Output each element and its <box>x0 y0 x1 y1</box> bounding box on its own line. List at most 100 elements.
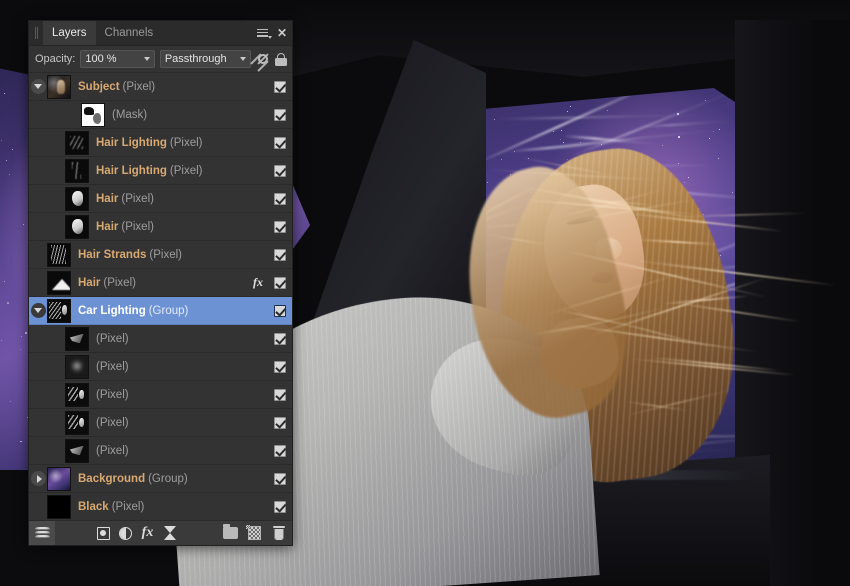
layer-thumbnail[interactable] <box>47 74 71 99</box>
layer-visibility-checkbox[interactable] <box>274 108 286 121</box>
layer-row[interactable]: Car Lighting (Group) <box>29 297 292 325</box>
add-mask-button[interactable] <box>93 522 115 544</box>
layer-thumbnail[interactable] <box>65 382 89 407</box>
layer-row[interactable]: (Mask) <box>29 101 292 129</box>
layer-list[interactable]: Subject (Pixel) (Mask) Hair Lighting (Pixel)… <box>29 73 292 520</box>
layer-visibility-checkbox[interactable] <box>274 276 286 289</box>
layer-thumbnail[interactable] <box>65 186 89 211</box>
layer-visibility-slot[interactable] <box>268 220 292 233</box>
layer-visibility-slot[interactable] <box>268 500 292 513</box>
layer-row[interactable]: (Pixel) <box>29 353 292 381</box>
layer-thumbnail[interactable] <box>65 438 89 463</box>
layer-visibility-slot[interactable] <box>268 388 292 401</box>
layer-visibility-checkbox[interactable] <box>274 80 286 93</box>
layer-row[interactable]: (Pixel) <box>29 381 292 409</box>
layer-thumbnail[interactable] <box>65 326 89 351</box>
layer-row[interactable]: Hair (Pixel) <box>29 213 292 241</box>
layer-visibility-slot[interactable] <box>268 136 292 149</box>
layer-visibility-slot[interactable] <box>268 248 292 261</box>
thumbnail-art <box>66 131 88 154</box>
add-adjustment-button[interactable] <box>115 522 137 544</box>
layer-twisty-slot[interactable] <box>29 79 47 94</box>
layer-visibility-slot[interactable] <box>268 192 292 205</box>
layer-visibility-slot[interactable] <box>268 444 292 457</box>
layer-name-text: Car Lighting <box>78 304 146 317</box>
layer-row[interactable]: Hair Strands (Pixel) <box>29 241 292 269</box>
layer-visibility-checkbox[interactable] <box>274 220 286 233</box>
layer-visibility-checkbox[interactable] <box>274 444 286 457</box>
delete-layer-button[interactable] <box>266 522 292 544</box>
panel-close-button[interactable]: ✕ <box>272 21 292 45</box>
layer-name-text: Background <box>78 472 146 485</box>
blend-mode-dropdown[interactable]: Passthrough <box>159 50 252 68</box>
tab-layers[interactable]: Layers <box>43 21 96 45</box>
layer-twisty-slot[interactable] <box>29 471 47 486</box>
layer-visibility-slot[interactable] <box>268 108 292 121</box>
panel-drag-grip[interactable]: ║ <box>29 21 43 45</box>
layer-visibility-slot[interactable] <box>268 304 292 317</box>
tab-channels[interactable]: Channels <box>96 21 163 45</box>
layer-visibility-checkbox[interactable] <box>274 136 286 149</box>
layer-visibility-checkbox[interactable] <box>274 360 286 373</box>
layer-row[interactable]: Background (Group) <box>29 465 292 493</box>
layer-thumbnail[interactable] <box>47 298 71 323</box>
layer-visibility-checkbox[interactable] <box>274 500 286 513</box>
layer-thumbnail[interactable] <box>65 354 89 379</box>
layer-visibility-slot[interactable] <box>268 80 292 93</box>
layer-visibility-slot[interactable] <box>268 360 292 373</box>
panel-menu-button[interactable] <box>252 21 272 45</box>
add-group-button[interactable] <box>218 522 242 544</box>
chevron-down-icon[interactable] <box>30 303 46 318</box>
layers-panel[interactable]: ║ Layers Channels ✕ Opacity: 100 % Passt… <box>28 20 293 546</box>
layer-kind-text: (Pixel) <box>96 444 129 457</box>
lock-icon[interactable] <box>274 52 288 66</box>
layer-visibility-slot[interactable] <box>268 164 292 177</box>
fx-icon[interactable]: fx <box>253 275 263 290</box>
layer-visibility-checkbox[interactable] <box>274 416 286 429</box>
layer-visibility-checkbox[interactable] <box>274 304 286 317</box>
layer-thumbnail[interactable] <box>65 130 89 155</box>
add-pixel-layer-button[interactable] <box>242 522 266 544</box>
layer-thumbnail[interactable] <box>47 242 71 267</box>
opacity-dropdown[interactable]: 100 % <box>80 50 155 68</box>
layer-row[interactable]: Hair (Pixel) fx <box>29 269 292 297</box>
triangle-glyph <box>34 308 42 313</box>
triangle-glyph <box>34 84 42 89</box>
layer-row[interactable]: Black (Pixel) <box>29 493 292 520</box>
layer-visibility-checkbox[interactable] <box>274 472 286 485</box>
layer-kind-text: (Pixel) <box>122 80 156 93</box>
chevron-down-icon[interactable] <box>30 79 46 94</box>
layer-visibility-slot[interactable] <box>268 416 292 429</box>
add-effects-button[interactable]: fx <box>137 522 159 544</box>
layer-thumbnail[interactable] <box>65 410 89 435</box>
gear-icon[interactable] <box>256 52 269 66</box>
layer-twisty-slot[interactable] <box>29 303 47 318</box>
layer-visibility-slot[interactable] <box>268 472 292 485</box>
adjustment-icon <box>119 526 132 540</box>
layer-row[interactable]: (Pixel) <box>29 325 292 353</box>
layer-row[interactable]: (Pixel) <box>29 409 292 437</box>
layer-thumbnail[interactable] <box>65 214 89 239</box>
layer-visibility-checkbox[interactable] <box>274 192 286 205</box>
layer-visibility-checkbox[interactable] <box>274 388 286 401</box>
layer-thumbnail[interactable] <box>81 102 105 127</box>
layer-row[interactable]: Hair (Pixel) <box>29 185 292 213</box>
layer-visibility-checkbox[interactable] <box>274 164 286 177</box>
layer-row[interactable]: (Pixel) <box>29 437 292 465</box>
panel-tabbar: ║ Layers Channels ✕ <box>29 21 292 46</box>
layer-row[interactable]: Subject (Pixel) <box>29 73 292 101</box>
layer-visibility-slot[interactable] <box>268 332 292 345</box>
layer-row[interactable]: Hair Lighting (Pixel) <box>29 129 292 157</box>
layer-row[interactable]: Hair Lighting (Pixel) <box>29 157 292 185</box>
layer-thumbnail[interactable] <box>65 158 89 183</box>
chevron-right-icon[interactable] <box>30 471 46 486</box>
layer-visibility-checkbox[interactable] <box>274 332 286 345</box>
layer-thumbnail[interactable] <box>47 466 71 491</box>
layer-stack-button[interactable] <box>29 521 55 545</box>
layer-thumbnail[interactable] <box>47 494 71 519</box>
layer-thumbnail[interactable] <box>47 270 71 295</box>
add-live-filter-button[interactable] <box>159 522 181 544</box>
layers-toolbar: fx <box>29 520 292 545</box>
layer-visibility-slot[interactable] <box>268 276 292 289</box>
layer-visibility-checkbox[interactable] <box>274 248 286 261</box>
